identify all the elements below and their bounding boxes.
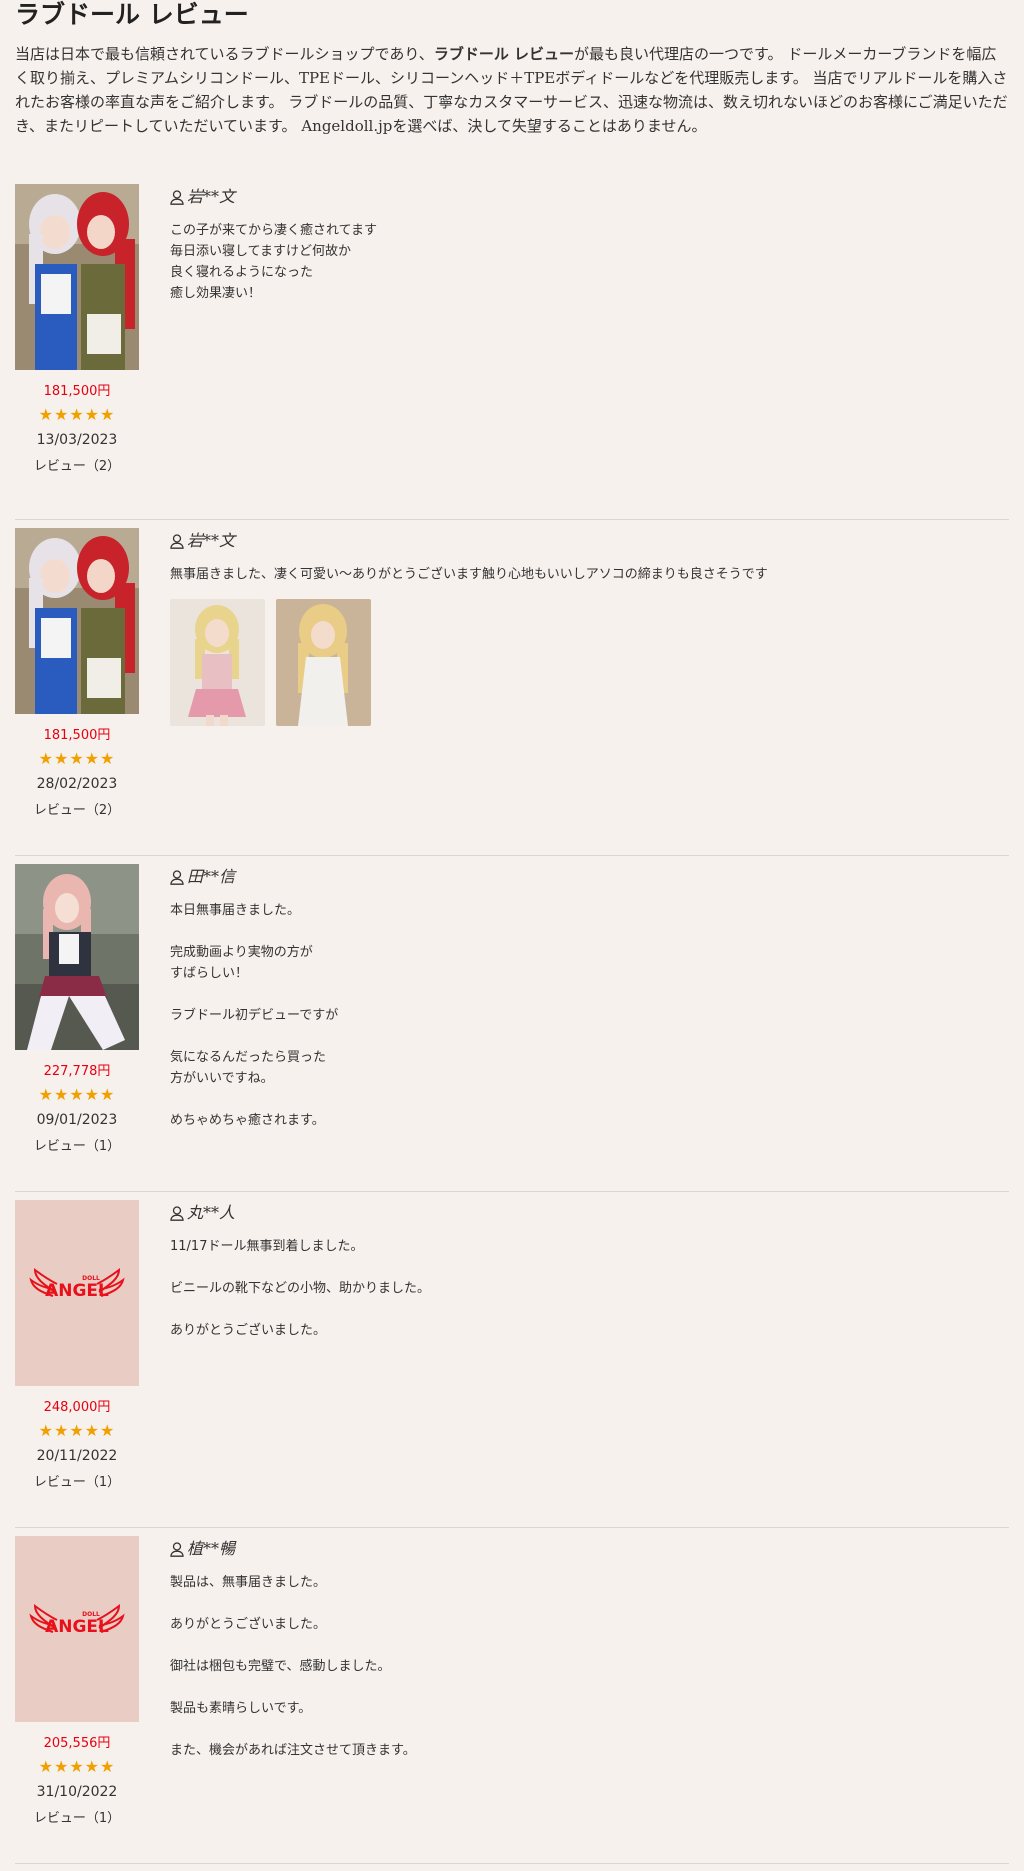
review-photo[interactable] — [276, 599, 371, 726]
review-text: この子が来てから凄く癒されてます 毎日添い寝してますけど何故か 良く寝れるように… — [170, 223, 377, 301]
review-photos — [170, 599, 1009, 726]
review-author: 田**信 — [170, 867, 1009, 887]
review-text: 本日無事届きました。 完成動画より実物の方が すばらしい！ ラブドール初デビュー… — [170, 903, 339, 1128]
review-text: 無事届きました、凄く可愛い～ありがとうございます触り心地もいいしアソコの締まりも… — [170, 567, 768, 582]
review-count-link[interactable]: レビュー（2） — [15, 458, 139, 476]
svg-text:DOLL: DOLL — [82, 1275, 100, 1282]
star-rating-icon: ★★★★★ — [38, 405, 116, 424]
review-date: 31/10/2022 — [36, 1784, 118, 1800]
author-name: 丸**人 — [187, 1203, 236, 1222]
product-thumbnail[interactable] — [15, 184, 139, 370]
intro-text: 当店は日本で最も信頼されているラブドールショップであり、 — [15, 45, 434, 63]
review-product: ANGEL DOLL 248,000円 ★★★★★ 20/11/2022 レビュ… — [15, 1200, 139, 1527]
review-content: 岩**文 無事届きました、凄く可愛い～ありがとうございます触り心地もいいしアソコ… — [170, 528, 1009, 855]
product-price: 181,500円 — [43, 728, 111, 743]
review-count-link[interactable]: レビュー（1） — [15, 1810, 139, 1828]
angel-doll-logo-icon: ANGEL DOLL — [15, 1200, 139, 1386]
product-thumbnail[interactable]: ANGEL DOLL — [15, 1536, 139, 1722]
user-icon — [170, 869, 184, 885]
review-author: 岩**文 — [170, 531, 1009, 551]
author-name: 岩**文 — [187, 531, 236, 550]
maid-duo-photo — [15, 184, 139, 370]
author-name: 田**信 — [187, 867, 236, 886]
review-content: 岩**文 この子が来てから凄く癒されてます 毎日添い寝してますけど何故か 良く寝… — [170, 184, 1009, 519]
review-count-link[interactable]: レビュー（2） — [15, 802, 139, 820]
review-count-link[interactable]: レビュー（1） — [15, 1138, 139, 1156]
review-text: 11/17ドール無事到着しました。 ビニールの靴下などの小物、助かりました。 あ… — [170, 1239, 431, 1338]
review-date: 13/03/2023 — [36, 432, 118, 448]
review-product: 181,500円 ★★★★★ 28/02/2023 レビュー（2） — [15, 528, 139, 855]
author-name: 岩**文 — [187, 187, 236, 206]
product-thumbnail[interactable] — [15, 864, 139, 1050]
review-item: ANGEL DOLL 205,556円 ★★★★★ 31/10/2022 レビュ… — [15, 1528, 1009, 1864]
svg-text:DOLL: DOLL — [82, 1611, 100, 1618]
review-item: 227,778円 ★★★★★ 09/01/2023 レビュー（1） 田**信 本… — [15, 856, 1009, 1192]
maid-duo-photo — [15, 528, 139, 714]
user-icon — [170, 189, 184, 205]
star-rating-icon: ★★★★★ — [38, 749, 116, 768]
page-title: ラブドール レビュー — [15, 0, 249, 29]
user-icon — [170, 533, 184, 549]
review-item: 181,500円 ★★★★★ 28/02/2023 レビュー（2） 岩**文 無… — [15, 520, 1009, 856]
user-icon — [170, 1205, 184, 1221]
review-list: 181,500円 ★★★★★ 13/03/2023 レビュー（2） 岩**文 こ… — [15, 184, 1009, 1864]
review-date: 28/02/2023 — [36, 776, 118, 792]
product-price: 205,556円 — [43, 1736, 111, 1751]
pink-dress-photo — [170, 599, 265, 726]
product-thumbnail[interactable]: ANGEL DOLL — [15, 1200, 139, 1386]
review-product: 227,778円 ★★★★★ 09/01/2023 レビュー（1） — [15, 864, 139, 1191]
review-author: 丸**人 — [170, 1203, 1009, 1223]
user-icon — [170, 1541, 184, 1557]
review-text: 製品は、無事届きました。 ありがとうございました。 御社は梱包も完璧で、感動しま… — [170, 1575, 416, 1758]
svg-text:ANGEL: ANGEL — [45, 1281, 109, 1301]
review-date: 09/01/2023 — [36, 1112, 118, 1128]
product-thumbnail[interactable] — [15, 528, 139, 714]
reviews-page: ラブドール レビュー 当店は日本で最も信頼されているラブドールショップであり、ラ… — [0, 0, 1024, 1864]
review-count-link[interactable]: レビュー（1） — [15, 1474, 139, 1492]
star-rating-icon: ★★★★★ — [38, 1421, 116, 1440]
intro-paragraph: 当店は日本で最も信頼されているラブドールショップであり、ラブドール レビューが最… — [15, 42, 1009, 138]
author-name: 植**暢 — [187, 1539, 236, 1558]
product-price: 181,500円 — [43, 384, 111, 399]
star-rating-icon: ★★★★★ — [38, 1085, 116, 1104]
review-content: 田**信 本日無事届きました。 完成動画より実物の方が すばらしい！ ラブドール… — [170, 864, 1009, 1191]
white-dress-photo — [276, 599, 371, 726]
review-author: 植**暢 — [170, 1539, 1009, 1559]
review-item: 181,500円 ★★★★★ 13/03/2023 レビュー（2） 岩**文 こ… — [15, 184, 1009, 520]
intro-keyword: ラブドール レビュー — [433, 45, 575, 63]
product-price: 227,778円 — [43, 1064, 111, 1079]
review-product: 181,500円 ★★★★★ 13/03/2023 レビュー（2） — [15, 184, 139, 519]
schoolgirl-photo — [15, 864, 139, 1050]
review-author: 岩**文 — [170, 187, 1009, 207]
review-item: ANGEL DOLL 248,000円 ★★★★★ 20/11/2022 レビュ… — [15, 1192, 1009, 1528]
review-photo[interactable] — [170, 599, 265, 726]
review-content: 植**暢 製品は、無事届きました。 ありがとうございました。 御社は梱包も完璧で… — [170, 1536, 1009, 1863]
review-product: ANGEL DOLL 205,556円 ★★★★★ 31/10/2022 レビュ… — [15, 1536, 139, 1863]
star-rating-icon: ★★★★★ — [38, 1757, 116, 1776]
angel-doll-logo-icon: ANGEL DOLL — [15, 1536, 139, 1722]
review-content: 丸**人 11/17ドール無事到着しました。 ビニールの靴下などの小物、助かりま… — [170, 1200, 1009, 1527]
product-price: 248,000円 — [43, 1400, 111, 1415]
review-date: 20/11/2022 — [36, 1448, 118, 1464]
svg-text:ANGEL: ANGEL — [45, 1617, 109, 1637]
